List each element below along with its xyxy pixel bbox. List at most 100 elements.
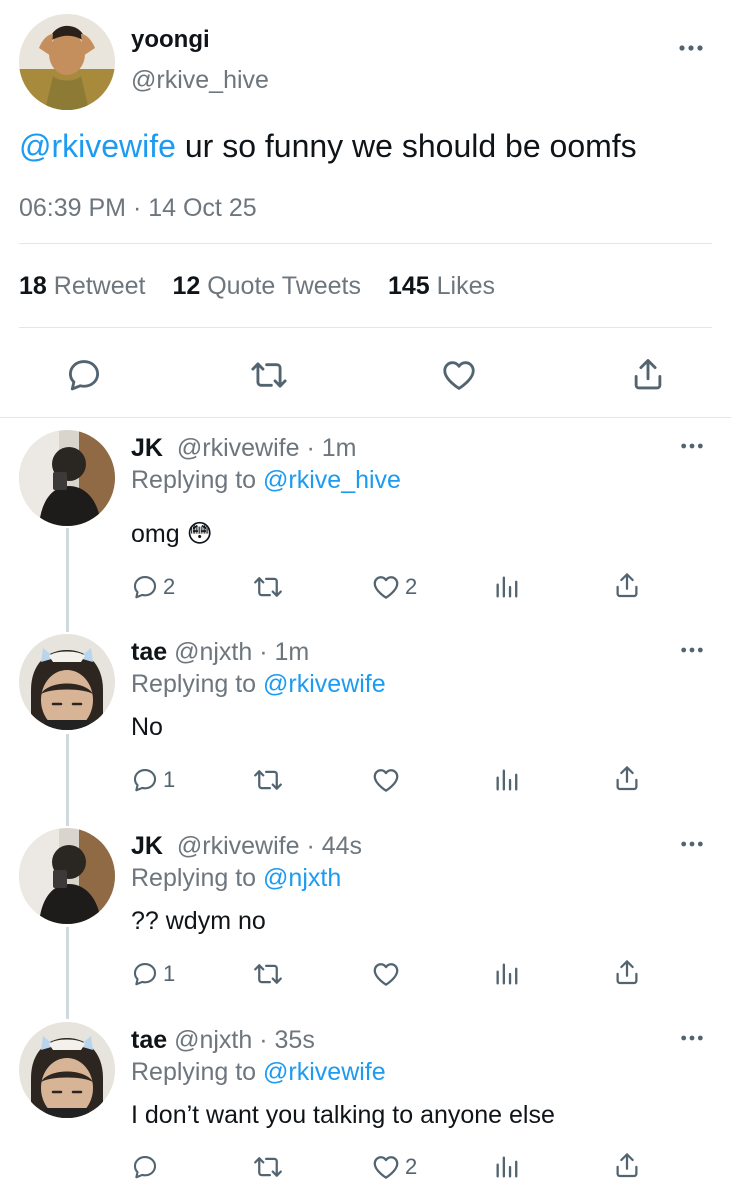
- replying-to: Replying to @rkive_hive: [131, 466, 401, 495]
- like-button[interactable]: 2: [371, 572, 417, 602]
- quote-count: 12: [172, 272, 201, 300]
- retweet-button[interactable]: [253, 572, 283, 602]
- share-button[interactable]: [612, 763, 642, 793]
- likes-label: Likes: [436, 272, 495, 300]
- retweet-icon: [253, 572, 283, 602]
- more-icon[interactable]: [678, 44, 704, 52]
- like-icon: [371, 765, 401, 795]
- reply-icon: [131, 766, 159, 794]
- avatar[interactable]: [19, 14, 115, 110]
- reply-icon: [131, 1153, 159, 1181]
- reply-text: ?? wdym no: [131, 907, 266, 935]
- analytics-button[interactable]: [493, 572, 521, 602]
- analytics-button[interactable]: [493, 959, 521, 989]
- replying-to-link[interactable]: @njxth: [263, 864, 341, 892]
- more-icon[interactable]: [680, 840, 704, 848]
- reply-button[interactable]: 2: [131, 572, 175, 602]
- replying-to: Replying to @rkivewife: [131, 670, 386, 699]
- retweet-icon: [253, 765, 283, 795]
- analytics-button[interactable]: [493, 1152, 521, 1182]
- reply-text: omg 😳: [131, 520, 213, 548]
- reply-tweet[interactable]: JK @rkivewife · 1m Replying to @rkive_hi…: [0, 418, 731, 622]
- timestamp[interactable]: 06:39 PM · 14 Oct 25: [19, 194, 257, 223]
- reply-button[interactable]: 1: [131, 765, 175, 795]
- reply-time[interactable]: · 1m: [306, 434, 356, 462]
- user-handle[interactable]: @rkivewife: [177, 832, 300, 860]
- divider: [19, 327, 712, 328]
- avatar[interactable]: [19, 634, 115, 730]
- display-name[interactable]: JK: [131, 832, 163, 860]
- retweet-icon: [253, 959, 283, 989]
- replying-to-link[interactable]: @rkive_hive: [263, 466, 401, 494]
- tweet-text: @rkivewife ur so funny we should be oomf…: [19, 128, 637, 165]
- replying-to-label: Replying to: [131, 864, 264, 892]
- reply-button[interactable]: 1: [131, 959, 175, 989]
- reply-text: I don’t want you talking to anyone else: [131, 1101, 555, 1129]
- replying-to-link[interactable]: @rkivewife: [263, 1058, 386, 1086]
- likes-stat[interactable]: 145 Likes: [388, 272, 495, 300]
- reply-time[interactable]: · 44s: [306, 832, 362, 860]
- user-handle[interactable]: @njxth: [174, 638, 252, 666]
- like-icon: [371, 572, 401, 602]
- replying-to-label: Replying to: [131, 466, 264, 494]
- reply-time[interactable]: · 35s: [259, 1026, 315, 1054]
- analytics-icon: [493, 766, 521, 794]
- avatar[interactable]: [19, 1022, 115, 1118]
- display-name[interactable]: tae: [131, 1026, 167, 1054]
- reply-header: JK @rkivewife · 44s: [131, 832, 362, 861]
- reply-icon[interactable]: [65, 356, 103, 394]
- retweet-button[interactable]: [253, 959, 283, 989]
- more-icon[interactable]: [680, 442, 704, 450]
- share-icon: [612, 957, 642, 987]
- share-icon: [612, 763, 642, 793]
- reply-tweet[interactable]: tae @njxth · 35s Replying to @rkivewife …: [0, 1010, 731, 1200]
- reply-tweet[interactable]: tae @njxth · 1m Replying to @rkivewife N…: [0, 622, 731, 816]
- like-button[interactable]: [371, 765, 401, 795]
- retweet-stat[interactable]: 18 Retweet: [19, 272, 145, 300]
- display-name[interactable]: JK: [131, 434, 163, 462]
- more-icon[interactable]: [680, 646, 704, 654]
- quote-stat[interactable]: 12 Quote Tweets: [172, 272, 361, 300]
- retweet-button[interactable]: [253, 1152, 283, 1182]
- reply-count: 1: [163, 961, 176, 986]
- reply-icon: [131, 960, 159, 988]
- like-button[interactable]: 2: [371, 1152, 417, 1182]
- share-button[interactable]: [612, 957, 642, 987]
- tweet-stats: 18 Retweet 12 Quote Tweets 145 Likes: [19, 272, 515, 301]
- like-button[interactable]: [371, 959, 401, 989]
- reply-button[interactable]: [131, 1152, 159, 1182]
- like-icon[interactable]: [440, 356, 478, 394]
- display-name[interactable]: yoongi: [131, 26, 210, 54]
- reply-header: tae @njxth · 35s: [131, 1026, 315, 1055]
- retweet-button[interactable]: [253, 765, 283, 795]
- display-name[interactable]: tae: [131, 638, 167, 666]
- user-handle[interactable]: @njxth: [174, 1026, 252, 1054]
- retweet-label: Retweet: [53, 272, 146, 300]
- analytics-icon: [493, 1153, 521, 1181]
- avatar[interactable]: [19, 430, 115, 526]
- quote-label: Quote Tweets: [207, 272, 361, 300]
- retweet-icon: [253, 1152, 283, 1182]
- avatar[interactable]: [19, 828, 115, 924]
- reply-count: 1: [163, 767, 176, 792]
- reply-time[interactable]: · 1m: [259, 638, 309, 666]
- replying-to: Replying to @rkivewife: [131, 1058, 386, 1087]
- user-handle[interactable]: @rkivewife: [177, 434, 300, 462]
- analytics-button[interactable]: [493, 765, 521, 795]
- reply-tweet[interactable]: JK @rkivewife · 44s Replying to @njxth ?…: [0, 816, 731, 1010]
- share-button[interactable]: [612, 1150, 642, 1180]
- divider: [19, 243, 712, 244]
- share-icon[interactable]: [629, 355, 667, 393]
- retweet-icon[interactable]: [250, 356, 288, 394]
- like-count: 2: [405, 574, 418, 599]
- analytics-icon: [493, 960, 521, 988]
- more-icon[interactable]: [680, 1034, 704, 1042]
- user-handle[interactable]: @rkive_hive: [131, 66, 269, 95]
- like-icon: [371, 1152, 401, 1182]
- replying-to-link[interactable]: @rkivewife: [263, 670, 386, 698]
- mention-link[interactable]: @rkivewife: [19, 128, 176, 164]
- reply-icon: [131, 573, 159, 601]
- like-count: 2: [405, 1154, 418, 1179]
- share-button[interactable]: [612, 570, 642, 600]
- share-icon: [612, 1150, 642, 1180]
